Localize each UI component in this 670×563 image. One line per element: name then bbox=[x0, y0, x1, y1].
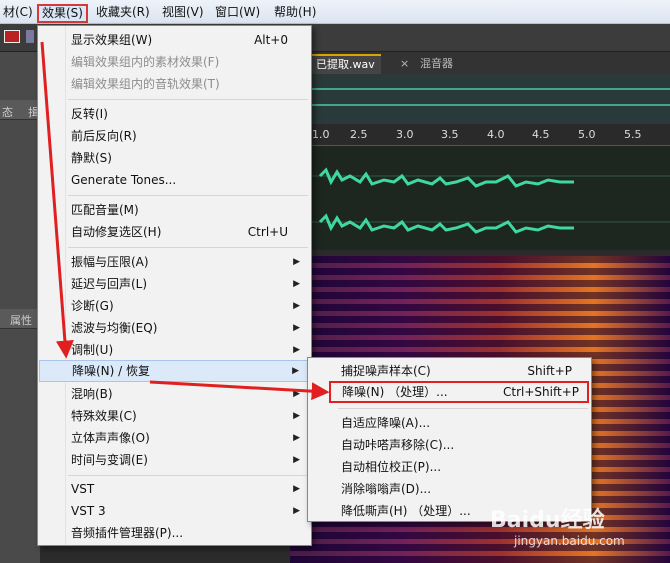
watermark-url: jingyan.baidu.com bbox=[514, 534, 625, 548]
baidu-watermark: Baidu经验 jingyan.baidu.com bbox=[490, 498, 665, 558]
watermark-logo: Baidu经验 bbox=[490, 508, 605, 533]
annotation-arrows bbox=[40, 41, 330, 401]
arrow-to-noise-process bbox=[149, 380, 330, 401]
arrow-to-noise-menu bbox=[40, 41, 74, 359]
